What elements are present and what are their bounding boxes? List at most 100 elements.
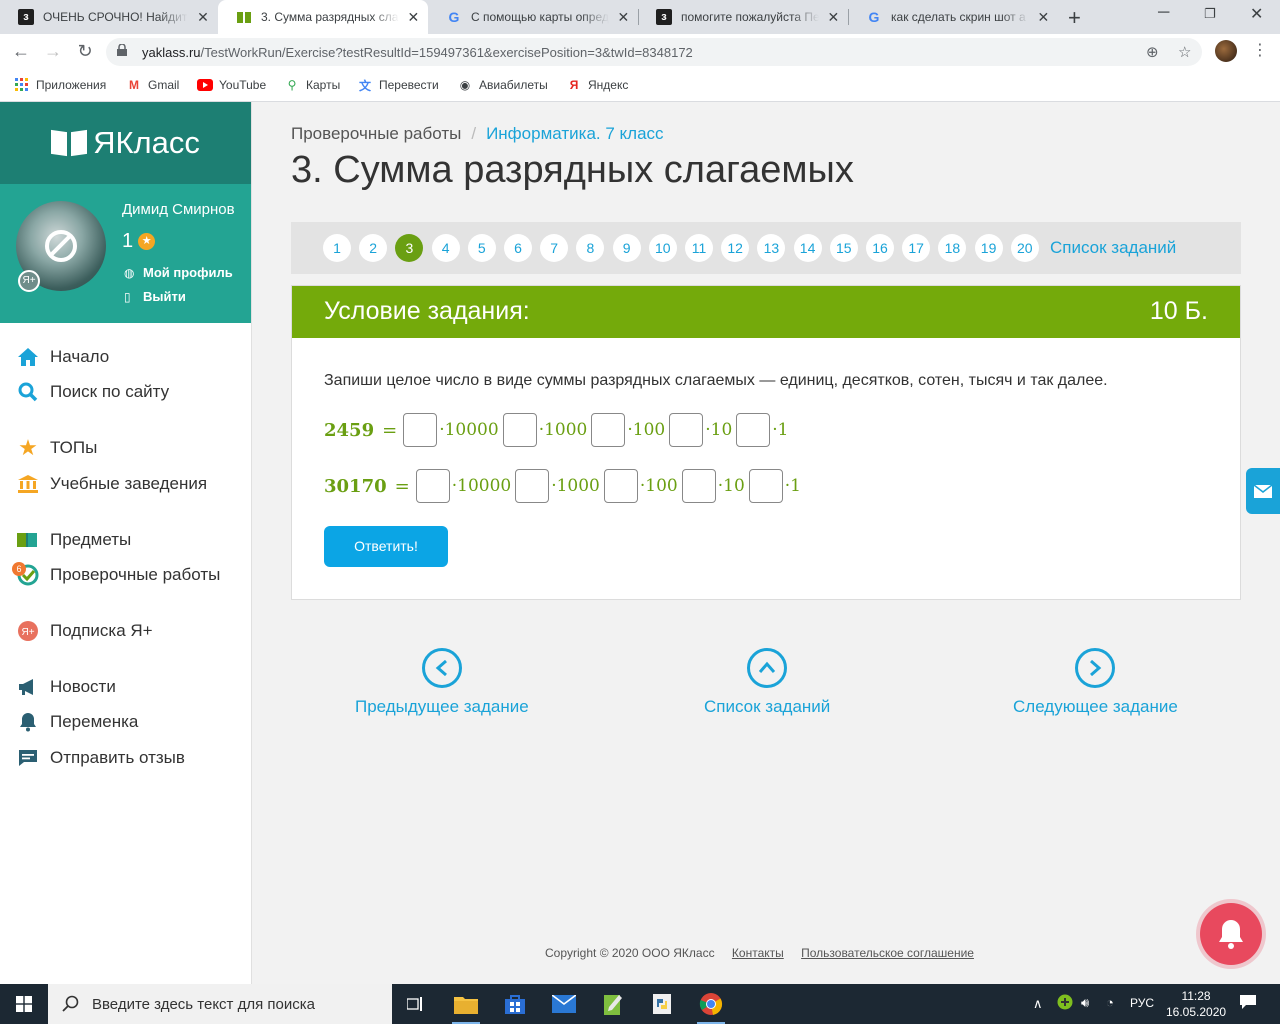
action-center-icon[interactable] (1240, 995, 1256, 1012)
start-button[interactable] (0, 984, 48, 1024)
task-page-14[interactable]: 14 (793, 234, 822, 262)
sidebar-item-search[interactable]: Поиск по сайту (16, 380, 169, 404)
task-page-18[interactable]: 18 (938, 234, 967, 262)
profile-avatar[interactable] (1215, 40, 1237, 62)
task-page-16[interactable]: 16 (866, 234, 894, 262)
task-page-3[interactable]: 3 (395, 234, 424, 262)
task-page-8[interactable]: 8 (576, 234, 605, 262)
sidebar-item-subjects[interactable]: Предметы (16, 528, 131, 552)
answer-input[interactable] (515, 469, 550, 503)
browser-tab[interactable]: G С помощью карты опреде ✕ (428, 0, 638, 34)
answer-input[interactable] (591, 413, 626, 447)
close-icon[interactable]: ✕ (1037, 9, 1050, 26)
task-page-4[interactable]: 4 (431, 234, 460, 262)
task-page-1[interactable]: 1 (323, 234, 351, 262)
reload-icon[interactable]: ↻ (74, 41, 96, 62)
minimize-icon[interactable]: ─ (1158, 4, 1169, 22)
close-icon[interactable]: ✕ (196, 9, 210, 26)
sidebar-item-tests[interactable]: Проверочные работы (16, 563, 220, 587)
bookmark-aviabilety[interactable]: ◉ Авиабилеты (457, 77, 548, 93)
logout-link[interactable]: ▯ Выйти (124, 289, 186, 304)
contacts-link[interactable]: Контакты (732, 946, 784, 960)
bookmark-translate[interactable]: 文 Перевести (357, 77, 439, 93)
forward-icon[interactable]: → (42, 41, 64, 62)
bookmark-apps[interactable]: Приложения (14, 77, 106, 93)
task-page-20[interactable]: 20 (1010, 234, 1039, 262)
sidebar-item-tops[interactable]: ★ ТОПы (16, 435, 97, 460)
task-page-6[interactable]: 6 (504, 234, 532, 262)
bookmark-gmail[interactable]: M Gmail (126, 77, 179, 93)
mail-icon[interactable] (550, 990, 578, 1018)
restore-icon[interactable]: ❐ (1204, 6, 1216, 22)
bookmark-yandex[interactable]: Я Яндекс (566, 77, 629, 93)
sidebar-item-feedback[interactable]: Отправить отзыв (16, 746, 185, 770)
menu-dots-icon[interactable]: ⋮ (1252, 40, 1268, 60)
task-list-bottom-link[interactable]: Список заданий (704, 648, 830, 717)
answer-input[interactable] (403, 413, 438, 447)
submit-answer-button[interactable]: Ответить! (324, 526, 448, 567)
sidebar-item-subscription[interactable]: Я+ Подписка Я+ (16, 619, 153, 643)
taskbar-search[interactable]: Введите здесь текст для поиска (48, 984, 392, 1024)
sidebar-item-home[interactable]: Начало (16, 345, 109, 369)
answer-input[interactable] (748, 469, 783, 503)
window-close-icon[interactable]: ✕ (1250, 4, 1263, 24)
task-list-link[interactable]: Список заданий (1050, 238, 1176, 258)
sidebar-item-news[interactable]: Новости (16, 675, 116, 699)
browser-tab[interactable]: з помогите пожалуйста Пер ✕ (638, 0, 848, 34)
back-icon[interactable]: ← (10, 41, 32, 62)
task-page-5[interactable]: 5 (467, 234, 496, 262)
answer-input[interactable] (736, 413, 771, 447)
close-icon[interactable]: ✕ (827, 9, 840, 26)
task-page-2[interactable]: 2 (359, 234, 388, 262)
agreement-link[interactable]: Пользовательское соглашение (801, 946, 974, 960)
add-icon[interactable]: ⊕ (1146, 43, 1159, 61)
answer-input[interactable] (681, 469, 716, 503)
breadcrumb-root[interactable]: Проверочные работы (291, 124, 461, 143)
sidebar-item-institutions[interactable]: Учебные заведения (16, 472, 207, 496)
network-icon[interactable]: ◔ (1106, 995, 1114, 1010)
prev-task-link[interactable]: Предыдущее задание (355, 648, 529, 717)
close-icon[interactable]: ✕ (407, 9, 420, 26)
bookmark-maps[interactable]: ⚲ Карты (284, 77, 341, 93)
breadcrumb-current[interactable]: Информатика. 7 класс (486, 124, 663, 143)
tray-app-icon[interactable] (1057, 994, 1073, 1013)
mail-feedback-tab[interactable] (1246, 468, 1280, 514)
task-page-15[interactable]: 15 (829, 234, 858, 262)
task-page-11[interactable]: 11 (685, 234, 713, 262)
file-explorer-icon[interactable] (452, 990, 480, 1018)
answer-input[interactable] (415, 469, 450, 503)
python-icon[interactable] (648, 990, 676, 1018)
volume-icon[interactable]: 🔊︎ (1081, 995, 1089, 1011)
task-page-19[interactable]: 19 (974, 234, 1003, 262)
browser-tab-active[interactable]: 3. Сумма разрядных слагаемых ✕ (218, 0, 428, 34)
site-logo[interactable]: ЯКласс (0, 102, 251, 184)
close-icon[interactable]: ✕ (617, 9, 630, 26)
user-name[interactable]: Димид Смирнов (122, 201, 235, 218)
task-page-10[interactable]: 10 (648, 234, 677, 262)
task-page-17[interactable]: 17 (902, 234, 931, 262)
next-task-link[interactable]: Следующее задание (1013, 648, 1178, 717)
address-bar[interactable]: yaklass.ru/TestWorkRun/Exercise?testResu… (106, 38, 1202, 66)
store-icon[interactable] (501, 990, 529, 1018)
sidebar-item-break[interactable]: Переменка (16, 710, 138, 734)
task-page-7[interactable]: 7 (540, 234, 569, 262)
system-clock[interactable]: 11:28 16.05.2020 (1166, 988, 1226, 1020)
language-indicator[interactable]: РУС (1130, 996, 1154, 1010)
task-view-icon[interactable] (402, 990, 430, 1018)
my-profile-link[interactable]: ◍ Мой профиль (124, 265, 233, 280)
notifications-bell-button[interactable] (1200, 903, 1262, 965)
answer-input[interactable] (603, 469, 638, 503)
new-tab-icon[interactable]: + (1068, 5, 1081, 31)
bookmark-youtube[interactable]: YouTube (197, 77, 266, 93)
browser-tab[interactable]: з ОЧЕНЬ СРОЧНО! Найдите ✕ (0, 0, 218, 34)
answer-input[interactable] (669, 413, 704, 447)
task-page-9[interactable]: 9 (612, 234, 641, 262)
task-page-13[interactable]: 13 (757, 234, 786, 262)
chrome-icon[interactable] (697, 990, 725, 1018)
browser-tab[interactable]: G как сделать скрин шот а к ✕ (848, 0, 1058, 34)
tray-expand-icon[interactable]: ∧ (1033, 996, 1043, 1012)
answer-input[interactable] (502, 413, 537, 447)
bookmark-star-icon[interactable]: ☆ (1178, 43, 1191, 61)
task-page-12[interactable]: 12 (721, 234, 750, 262)
notepad-icon[interactable] (599, 990, 627, 1018)
